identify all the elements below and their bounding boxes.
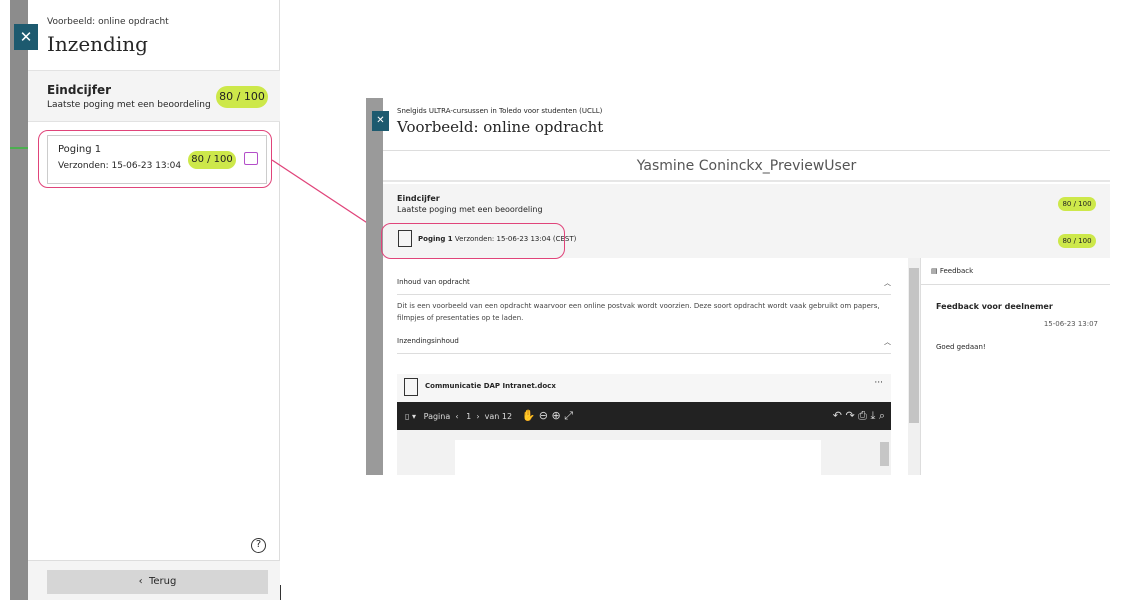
chevron-up-icon[interactable]: ︿ [884,337,891,347]
breadcrumb: Snelgids ULTRA-cursussen in Toledo voor … [397,107,603,115]
feedback-heading: Feedback voor deelnemer [936,302,1053,311]
chevron-up-icon[interactable]: ︿ [884,278,891,288]
student-name: Yasmine Coninckx_PreviewUser [383,150,1110,182]
document-icon [404,378,418,396]
attempt-grade-badge: 80 / 100 [1058,234,1096,248]
feedback-tab-label: Feedback [939,267,974,275]
final-grade-sub: Laatste poging met een beoordeling [397,205,543,214]
file-header: Communicatie DAP Intranet.docx ··· [397,374,891,402]
viewer-toolbar: ▯ ▾ Pagina ‹ 1 › van 12 ✋ ⊖ ⊕ ⤢ ↶ ↷ ⎙ ⤓ … [397,402,891,430]
file-name: Communicatie DAP Intranet.docx [425,382,556,390]
final-grade-label: Eindcijfer [397,194,440,203]
submission-heading: Inzendingsinhoud [397,337,459,345]
scrollbar[interactable] [908,258,920,475]
close-icon[interactable]: ✕ [372,111,389,131]
example-screenshot: Snelgids ULTRA-cursussen in Toledo voor … [366,98,1110,475]
feedback-text: Goed gedaan! [936,343,986,351]
feedback-date: 15-06-23 13:07 [1043,320,1098,328]
page-title: Voorbeeld: online opdracht [397,118,604,136]
print-download-search-icons[interactable]: ↶ ↷ ⎙ ⤓ ⌕ [833,402,885,430]
viewer-scrollbar[interactable] [880,442,889,466]
sidebar-toggle-icon[interactable]: ▯ ▾ [405,412,416,421]
more-icon[interactable]: ··· [874,378,883,388]
feedback-tab[interactable]: ▤ Feedback [921,258,1110,285]
highlight-outline [381,223,565,259]
cursor [280,585,281,600]
document-viewer[interactable] [397,430,891,475]
content-text: Dit is een voorbeeld van een opdracht wa… [397,302,880,322]
final-grade-badge: 80 / 100 [1058,197,1096,211]
content-header[interactable]: Inhoud van opdracht ︿ [397,278,891,295]
page-number[interactable]: 1 [466,412,471,421]
submission-header[interactable]: Inzendingsinhoud ︿ [397,337,891,354]
content-heading: Inhoud van opdracht [397,278,470,286]
page-count: van 12 [484,412,513,421]
page-label: Pagina [423,412,451,421]
zoom-tools-icon[interactable]: ✋ ⊖ ⊕ ⤢ [515,409,573,422]
feedback-panel: ▤ Feedback Feedback voor deelnemer 15-06… [920,258,1110,475]
